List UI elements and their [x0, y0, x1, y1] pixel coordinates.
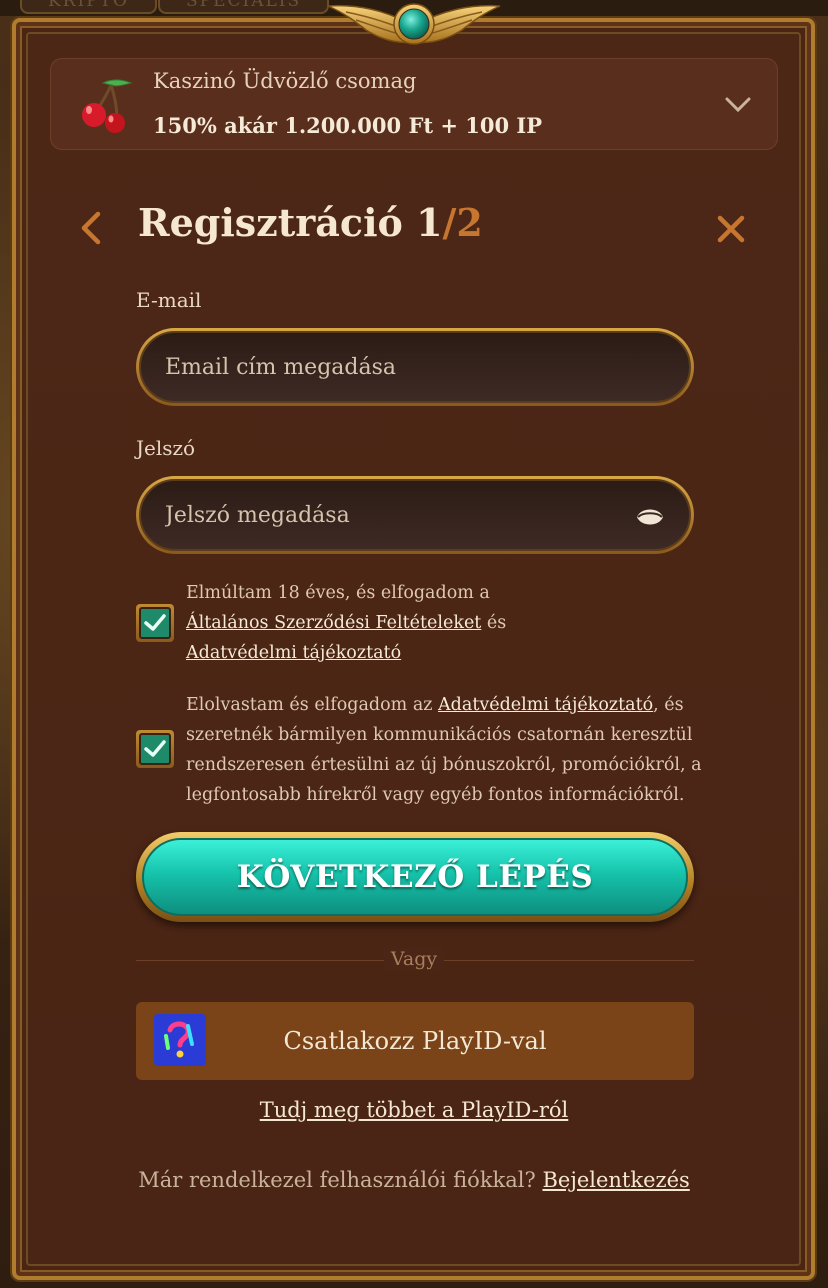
terms-link[interactable]: Általános Szerződési Feltételeket — [186, 613, 481, 633]
login-link[interactable]: Bejelentkezés — [542, 1168, 689, 1192]
next-step-label: KÖVETKEZŐ LÉPÉS — [142, 838, 688, 916]
cherries-icon — [82, 79, 133, 133]
winged-scarab-emblem-icon — [327, 3, 501, 45]
title-step-total: /2 — [442, 200, 483, 245]
consent1-text-before: Elmúltam 18 éves, és elfogadom a — [186, 583, 490, 603]
learn-more-playid-link[interactable]: Tudj meg többet a PlayID-ról — [260, 1098, 569, 1122]
login-prompt: Már rendelkezel felhasználói fiókkal? Be… — [0, 1168, 828, 1192]
chevron-down-icon[interactable] — [723, 89, 753, 119]
back-arrow-icon[interactable] — [74, 206, 108, 250]
next-step-button[interactable]: KÖVETKEZŐ LÉPÉS — [136, 832, 694, 922]
page-title: Regisztráció 1/2 — [138, 200, 483, 245]
divider-or-text: Vagy — [384, 948, 444, 970]
checkmark-icon — [144, 740, 166, 757]
playid-login-button[interactable]: Csatlakozz PlayID-val — [136, 1002, 694, 1080]
consent1-text-mid: és — [481, 613, 507, 633]
email-field-frame — [136, 328, 694, 406]
playid-button-label: Csatlakozz PlayID-val — [283, 1027, 547, 1055]
checkbox-fill — [139, 607, 171, 639]
age-terms-text: Elmúltam 18 éves, és elfogadom a Általán… — [186, 578, 706, 668]
consent2-text-before: Elolvastam és elfogadom az — [186, 695, 439, 715]
background-tab-crypto: KRIPTO — [20, 0, 157, 14]
marketing-consent-checkbox[interactable] — [136, 730, 174, 768]
email-field-container — [139, 331, 691, 403]
password-field-frame — [136, 476, 694, 554]
age-terms-checkbox[interactable] — [136, 604, 174, 642]
checkbox-fill — [139, 733, 171, 765]
title-main: Regisztráció 1 — [138, 200, 443, 245]
password-label: Jelszó — [136, 436, 196, 460]
promo-value: 150% akár 1.200.000 Ft + 100 IP — [153, 113, 543, 138]
password-input[interactable] — [165, 481, 605, 549]
password-field-container — [139, 479, 691, 551]
eye-icon[interactable] — [635, 503, 665, 531]
learn-more-container: Tudj meg többet a PlayID-ról — [0, 1098, 828, 1122]
close-icon[interactable] — [714, 212, 748, 246]
login-prompt-text: Már rendelkezel felhasználói fiókkal? — [138, 1168, 536, 1192]
marketing-consent-text: Elolvastam és elfogadom az Adatvédelmi t… — [186, 690, 706, 810]
welcome-bonus-banner[interactable]: Kaszinó Üdvözlő csomag 150% akár 1.200.0… — [50, 58, 778, 150]
privacy-policy-link[interactable]: Adatvédelmi tájékoztató — [186, 643, 401, 663]
privacy-policy-link-2[interactable]: Adatvédelmi tájékoztató — [438, 695, 653, 715]
background-tab-special: SPECIÁLIS — [158, 0, 330, 14]
promo-title: Kaszinó Üdvözlő csomag — [153, 69, 417, 93]
email-label: E-mail — [136, 288, 202, 312]
checkmark-icon — [144, 614, 166, 631]
email-input[interactable] — [165, 333, 605, 401]
